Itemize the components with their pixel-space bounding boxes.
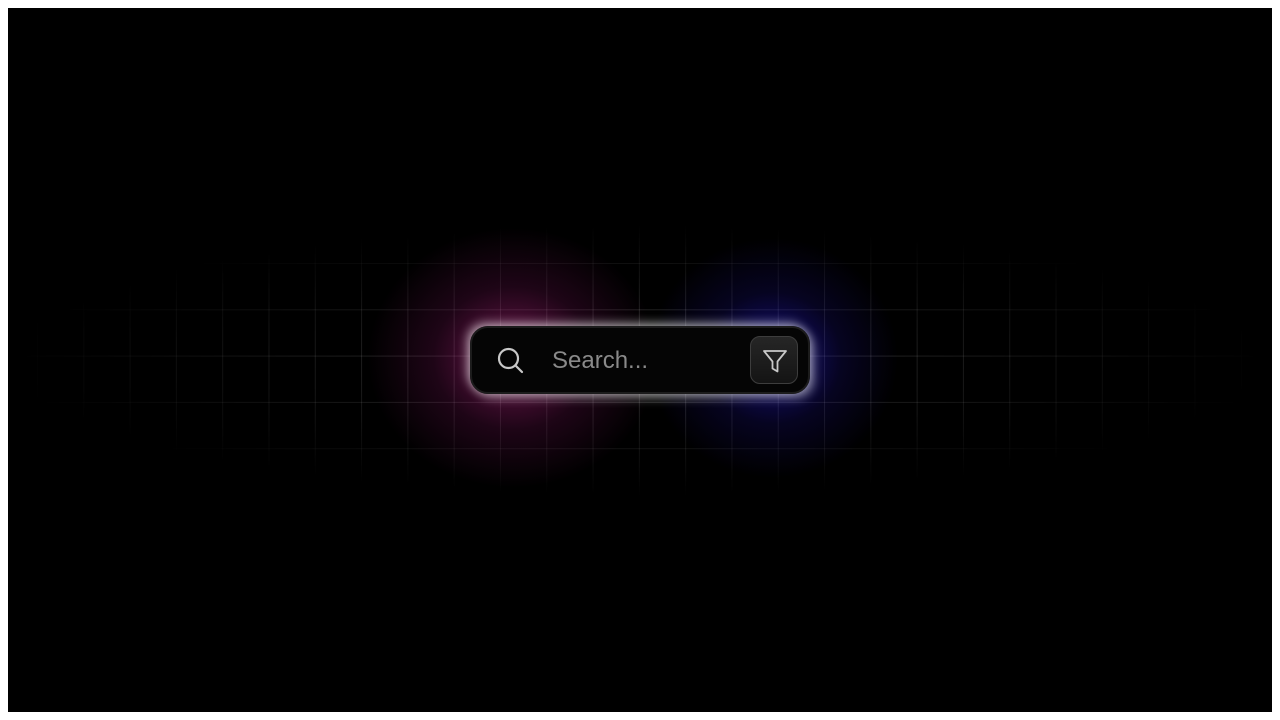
search-bar [470,326,810,394]
search-input[interactable] [552,342,742,380]
search-icon [496,346,526,376]
app-canvas [8,8,1272,712]
search-container [470,326,810,394]
filter-button[interactable] [750,336,798,384]
filter-icon [761,347,789,375]
